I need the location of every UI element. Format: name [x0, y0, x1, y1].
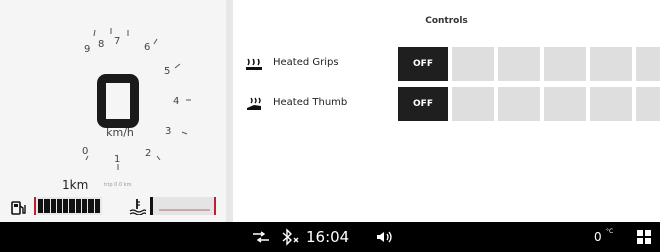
- heated-thumb-level-4[interactable]: [590, 87, 632, 121]
- fuel-level-bar: [34, 197, 102, 215]
- coolant-temp-bar: [150, 197, 216, 215]
- volume-icon[interactable]: [376, 230, 394, 244]
- heated-grips-level-1[interactable]: [452, 47, 494, 81]
- fuel-pump-icon: [11, 201, 26, 215]
- bluetooth-off-icon[interactable]: [280, 228, 302, 246]
- heated-grips-level-3[interactable]: [544, 47, 586, 81]
- heated-thumb-row[interactable]: Heated Thumb OFF: [233, 85, 660, 123]
- tick-label-6: 6: [144, 42, 150, 53]
- instrument-panel: 9 8 7 6 5 4 3 2 1 0 km/h 1km trip 0.0 km: [0, 0, 226, 222]
- heated-grips-off-button[interactable]: OFF: [398, 47, 448, 81]
- heated-grips-level-4[interactable]: [590, 47, 632, 81]
- heated-grips-label: Heated Grips: [273, 57, 339, 68]
- tick-label-2: 2: [145, 148, 151, 159]
- odometer: 1km: [62, 178, 89, 192]
- status-bar: 16:04 0 °C: [0, 222, 660, 252]
- thumb-heat-icon: [247, 97, 261, 110]
- heated-thumb-level-5[interactable]: [636, 87, 660, 121]
- heated-thumb-level-1[interactable]: [452, 87, 494, 121]
- tick-label-7: 7: [114, 36, 120, 47]
- apps-grid-icon[interactable]: [637, 230, 651, 244]
- connection-icon[interactable]: [252, 231, 270, 243]
- tick-label-0: 0: [82, 146, 88, 157]
- heat-wave-icon: [246, 58, 262, 70]
- panel-divider: [226, 0, 233, 222]
- ambient-temperature: 0: [594, 230, 602, 244]
- controls-panel: Controls Heated Grips OFF Heated Thumb O…: [233, 0, 660, 222]
- temperature-unit: °C: [606, 228, 614, 235]
- tick-label-4: 4: [173, 96, 179, 107]
- tick-label-9: 9: [84, 44, 90, 55]
- heated-thumb-level-3[interactable]: [544, 87, 586, 121]
- heated-grips-row[interactable]: Heated Grips OFF: [233, 45, 660, 83]
- speed-unit: km/h: [106, 126, 134, 139]
- heated-thumb-label: Heated Thumb: [273, 97, 348, 108]
- tick-label-3: 3: [165, 126, 171, 137]
- heated-grips-level-5[interactable]: [636, 47, 660, 81]
- tick-label-1: 1: [114, 154, 120, 165]
- tick-label-5: 5: [164, 66, 170, 77]
- speed-readout: [97, 74, 139, 128]
- coolant-temp-icon: [129, 199, 146, 215]
- heated-thumb-off-button[interactable]: OFF: [398, 87, 448, 121]
- trip-readout: trip 0.0 km: [104, 182, 132, 188]
- tick-label-8: 8: [98, 39, 104, 50]
- heated-grips-level-2[interactable]: [498, 47, 540, 81]
- controls-title: Controls: [425, 16, 468, 26]
- clock: 16:04: [306, 228, 350, 246]
- heated-thumb-level-2[interactable]: [498, 87, 540, 121]
